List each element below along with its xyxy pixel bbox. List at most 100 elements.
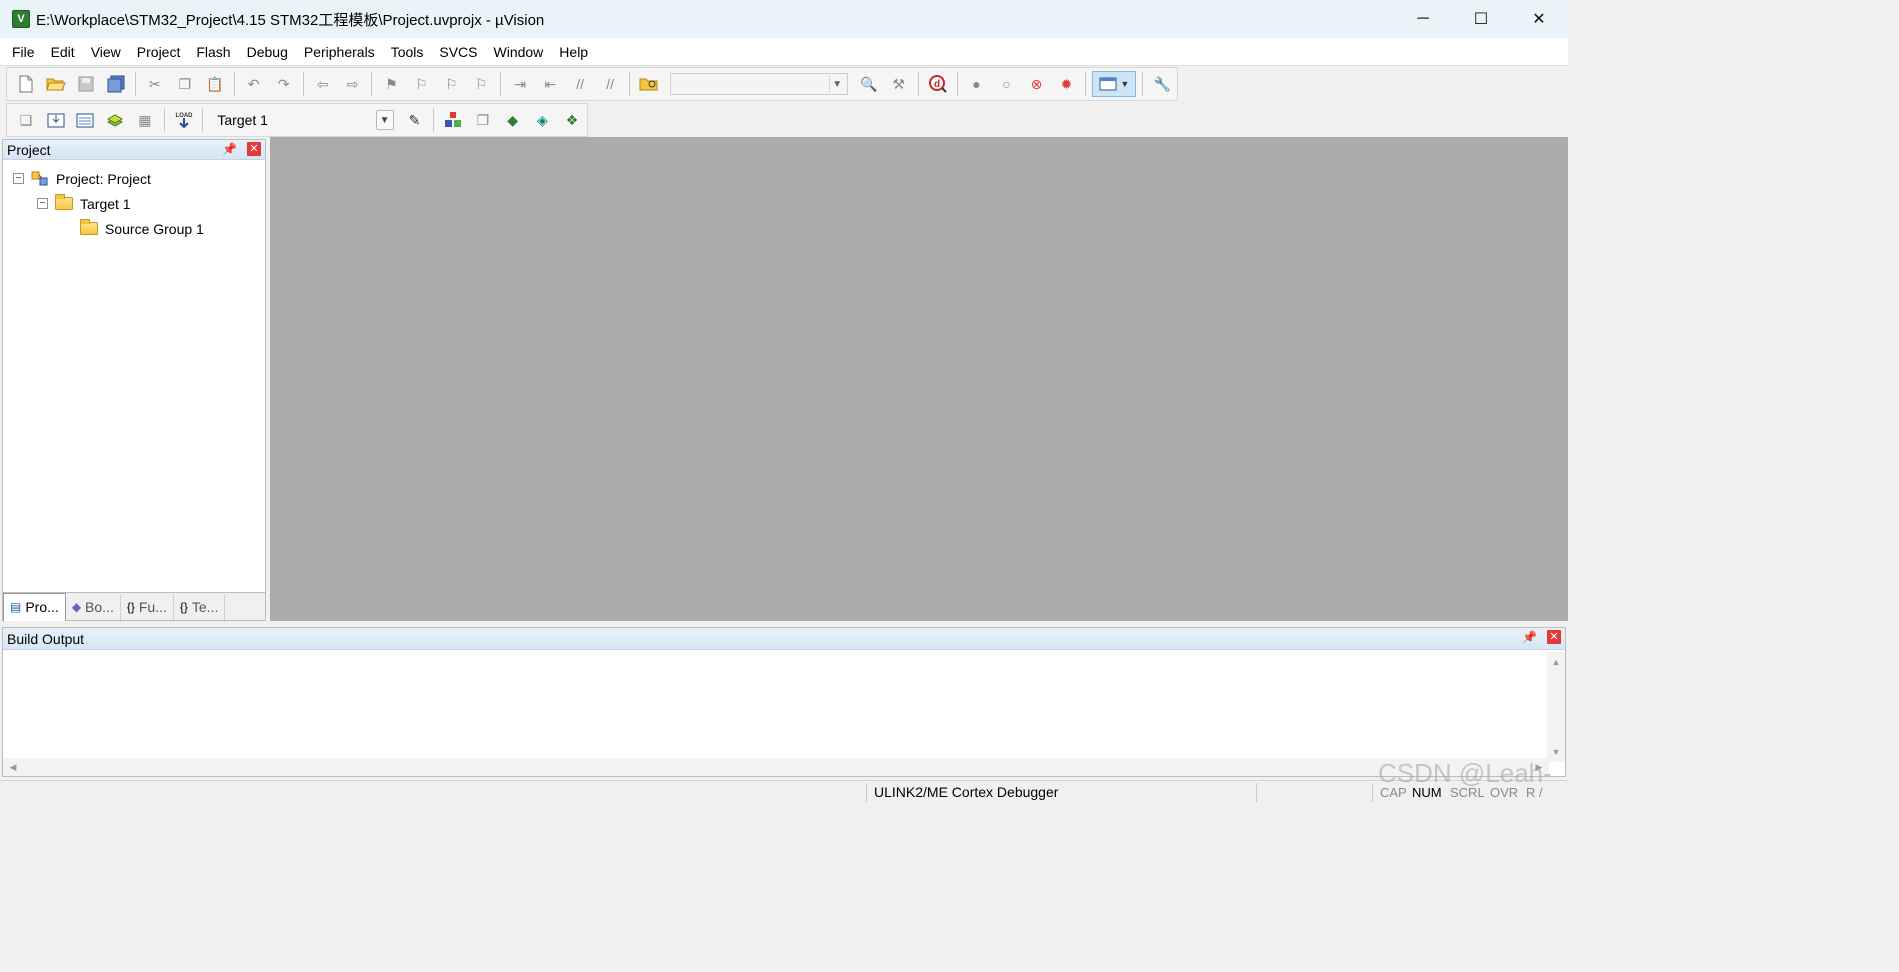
chevron-down-icon[interactable]: ▼ (828, 75, 845, 93)
prev-bookmark-icon[interactable]: ⚐ (408, 71, 434, 97)
tab-books[interactable]: ◆ Bo... (66, 593, 121, 620)
uvision-icon[interactable]: V (12, 10, 30, 28)
tree-item-target[interactable]: − Target 1 (3, 191, 265, 216)
scroll-left-icon[interactable]: ◀ (5, 758, 21, 776)
close-icon[interactable]: ✕ (247, 142, 261, 156)
menu-project[interactable]: Project (129, 38, 189, 66)
collapse-icon[interactable]: − (37, 198, 48, 209)
target-select[interactable]: Target 1 ▼ (213, 108, 394, 132)
minimize-button[interactable]: ─ (1394, 0, 1452, 38)
clear-bookmarks-icon[interactable]: ⚐ (468, 71, 494, 97)
status-separator (866, 783, 867, 802)
bookmark-icon[interactable]: ⚑ (378, 71, 404, 97)
menu-file[interactable]: File (4, 38, 43, 66)
configure-icon[interactable]: 🔧 (1149, 71, 1175, 97)
pin-icon[interactable]: 📌 (1522, 630, 1537, 644)
find-icon[interactable]: 🔍 (856, 71, 882, 97)
save-all-icon[interactable] (103, 71, 129, 97)
uncomment-icon[interactable]: // (597, 71, 623, 97)
menu-svcs[interactable]: SVCS (431, 38, 485, 66)
comment-icon[interactable]: // (567, 71, 593, 97)
menu-window[interactable]: Window (486, 38, 552, 66)
target-options-icon[interactable]: ✎ (402, 107, 428, 133)
menu-edit[interactable]: Edit (43, 38, 83, 66)
books-tab-icon: ◆ (71, 599, 82, 614)
new-file-icon[interactable] (13, 71, 39, 97)
menu-peripherals[interactable]: Peripherals (296, 38, 383, 66)
paste-icon[interactable]: 📋 (202, 71, 228, 97)
tab-functions[interactable]: {} Fu... (121, 593, 174, 620)
menu-debug[interactable]: Debug (239, 38, 296, 66)
menu-view[interactable]: View (83, 38, 129, 66)
tab-label: Pro... (25, 599, 59, 615)
tab-label: Te... (191, 598, 219, 615)
project-panel-title: Project (7, 141, 51, 158)
watermark: CSDN @Leah- (1378, 758, 1552, 788)
menu-flash[interactable]: Flash (188, 38, 238, 66)
build-icon[interactable] (43, 107, 69, 133)
collapse-icon[interactable]: − (13, 173, 24, 184)
toolbar-separator (302, 72, 304, 96)
load-icon[interactable]: LOAD (171, 107, 197, 133)
project-panel-header: Project 📌 ✕ (3, 140, 265, 160)
manage-rte-icon[interactable]: ❖ (559, 107, 585, 133)
window-layout-icon[interactable]: ▼ (1092, 71, 1137, 97)
navigate-back-icon[interactable]: ⇦ (310, 71, 336, 97)
debug-session-icon[interactable]: d (925, 71, 951, 97)
copy-icon[interactable]: ❐ (172, 71, 198, 97)
tab-label: Bo... (85, 598, 114, 615)
pack-installer-icon[interactable]: ◆ (500, 107, 526, 133)
save-icon[interactable] (73, 71, 99, 97)
status-separator (1256, 783, 1257, 802)
pin-icon[interactable]: 📌 (222, 142, 237, 156)
toolbar-separator (956, 72, 958, 96)
build-toolbar: ❏ ▦ LOAD Target 1 ▼ ✎ ❐ ◆ ◈ ❖ (6, 103, 588, 137)
redo-icon[interactable]: ↷ (271, 71, 297, 97)
batch-build-icon[interactable] (102, 107, 128, 133)
window-title: E:\Workplace\STM32_Project\4.15 STM32工程模… (36, 11, 545, 29)
select-packs-icon[interactable]: ◈ (529, 107, 555, 133)
manage-project-items-icon[interactable] (440, 107, 466, 133)
title-bar: V E:\Workplace\STM32_Project\4.15 STM32工… (0, 0, 1568, 38)
tree-item-source-group[interactable]: Source Group 1 (3, 216, 265, 241)
menu-tools[interactable]: Tools (383, 38, 432, 66)
project-tab-icon: ▤ (10, 600, 22, 614)
project-tree: − Project: Project − Target 1 Source Gro… (3, 160, 265, 241)
incremental-find-icon[interactable]: ⚒ (886, 71, 912, 97)
translate-icon[interactable]: ❏ (13, 107, 39, 133)
kill-all-breakpoints-icon[interactable]: ✹ (1053, 71, 1079, 97)
undo-icon[interactable]: ↶ (241, 71, 267, 97)
disable-breakpoint-icon[interactable]: ○ (994, 71, 1020, 97)
navigate-forward-icon[interactable]: ⇨ (340, 71, 366, 97)
vertical-scrollbar[interactable]: ▲ ▼ (1547, 652, 1565, 762)
menu-help[interactable]: Help (551, 38, 596, 66)
close-button[interactable]: ✕ (1510, 0, 1568, 38)
disable-all-breakpoints-icon[interactable]: ⊗ (1023, 71, 1049, 97)
close-icon[interactable]: ✕ (1547, 630, 1561, 644)
breakpoint-icon[interactable]: ● (964, 71, 990, 97)
tab-templates[interactable]: {} Te... (174, 593, 226, 620)
tree-item-label: Source Group 1 (105, 220, 204, 237)
editor-area[interactable] (270, 137, 1568, 621)
rebuild-icon[interactable] (72, 107, 98, 133)
toolbar-separator (500, 72, 502, 96)
tab-project[interactable]: ▤ Pro... (3, 592, 66, 621)
multi-project-icon[interactable]: ❐ (470, 107, 496, 133)
toolbar-separator (233, 72, 235, 96)
target-select-value: Target 1 (217, 112, 268, 128)
cut-icon[interactable]: ✂ (142, 71, 168, 97)
indent-icon[interactable]: ⇥ (507, 71, 533, 97)
stop-build-icon[interactable]: ▦ (132, 107, 158, 133)
project-icon (30, 171, 50, 187)
maximize-button[interactable]: ☐ (1452, 0, 1510, 38)
find-in-files-icon[interactable] (636, 71, 662, 97)
horizontal-scrollbar[interactable]: ◀ ▶ (3, 758, 1549, 776)
scroll-up-icon[interactable]: ▲ (1547, 654, 1565, 670)
next-bookmark-icon[interactable]: ⚐ (438, 71, 464, 97)
build-output-title: Build Output (7, 630, 85, 647)
chevron-down-icon[interactable]: ▼ (375, 110, 394, 130)
tree-item-project[interactable]: − Project: Project (3, 166, 265, 191)
open-file-icon[interactable] (43, 71, 69, 97)
unindent-icon[interactable]: ⇤ (537, 71, 563, 97)
find-combo[interactable]: ▼ (670, 73, 848, 95)
